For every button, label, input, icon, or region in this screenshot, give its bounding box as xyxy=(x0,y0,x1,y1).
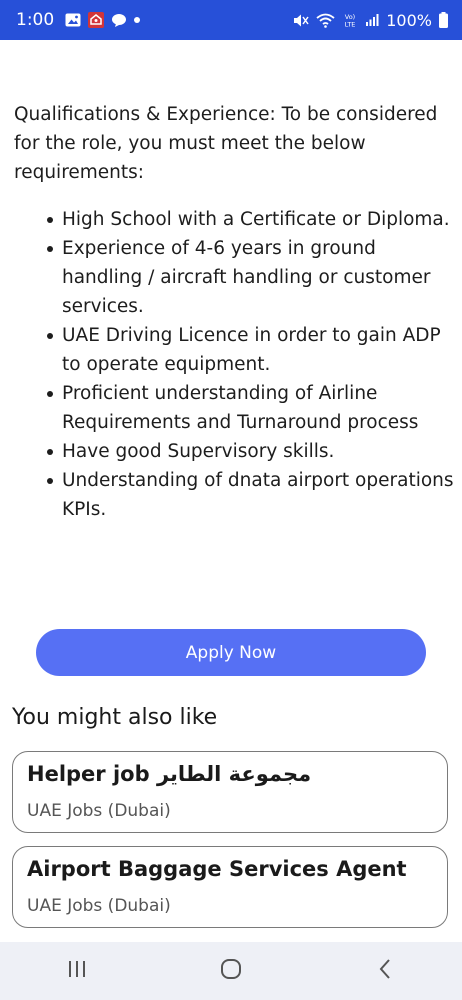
wifi-icon xyxy=(316,13,335,28)
app-notification-icon xyxy=(88,12,105,28)
svg-text:LTE: LTE xyxy=(345,21,356,29)
apply-now-button[interactable]: Apply Now xyxy=(36,629,426,676)
system-nav-bar xyxy=(0,942,462,1000)
requirement-item: UAE Driving Licence in order to gain ADP… xyxy=(14,321,454,379)
battery-icon xyxy=(439,12,448,28)
back-button[interactable] xyxy=(355,942,415,1000)
status-bar-left: 1:00 xyxy=(16,10,141,30)
recommended-job-card[interactable]: Airport Baggage Services Agent UAE Jobs … xyxy=(12,846,448,928)
recent-apps-icon xyxy=(67,960,87,982)
job-card-title: Airport Baggage Services Agent xyxy=(27,857,407,881)
job-card-location: UAE Jobs (Dubai) xyxy=(27,896,171,916)
recommendations-title: You might also like xyxy=(12,705,218,730)
chat-icon xyxy=(111,13,127,28)
requirement-item: Experience of 4-6 years in ground handli… xyxy=(14,234,454,321)
dot-icon xyxy=(134,17,141,23)
requirement-item: Have good Supervisory skills. xyxy=(14,437,454,466)
home-button[interactable] xyxy=(201,942,261,1000)
recent-apps-button[interactable] xyxy=(47,942,107,1000)
battery-percent: 100% xyxy=(386,10,432,30)
mute-icon xyxy=(293,13,309,28)
requirements-list: High School with a Certificate or Diplom… xyxy=(14,205,454,524)
home-icon xyxy=(220,958,242,984)
qualifications-intro: Qualifications & Experience: To be consi… xyxy=(14,104,438,183)
status-time: 1:00 xyxy=(16,10,55,30)
volte-icon: Vo) LTE xyxy=(342,12,358,28)
status-bar-right: Vo) LTE 100% xyxy=(293,11,448,30)
gallery-icon xyxy=(65,13,81,27)
job-card-title: Helper job مجموعة الطاير xyxy=(27,762,312,786)
signal-icon xyxy=(365,13,379,27)
requirement-item: Understanding of dnata airport operation… xyxy=(14,466,454,524)
back-icon xyxy=(378,958,392,984)
status-bar: 1:00 Vo) LTE 100% xyxy=(0,0,462,40)
job-card-location: UAE Jobs (Dubai) xyxy=(27,801,171,821)
requirement-item: Proficient understanding of Airline Requ… xyxy=(14,379,454,437)
recommended-job-card[interactable]: Helper job مجموعة الطاير UAE Jobs (Dubai… xyxy=(12,751,448,833)
requirement-item: High School with a Certificate or Diplom… xyxy=(14,205,454,234)
